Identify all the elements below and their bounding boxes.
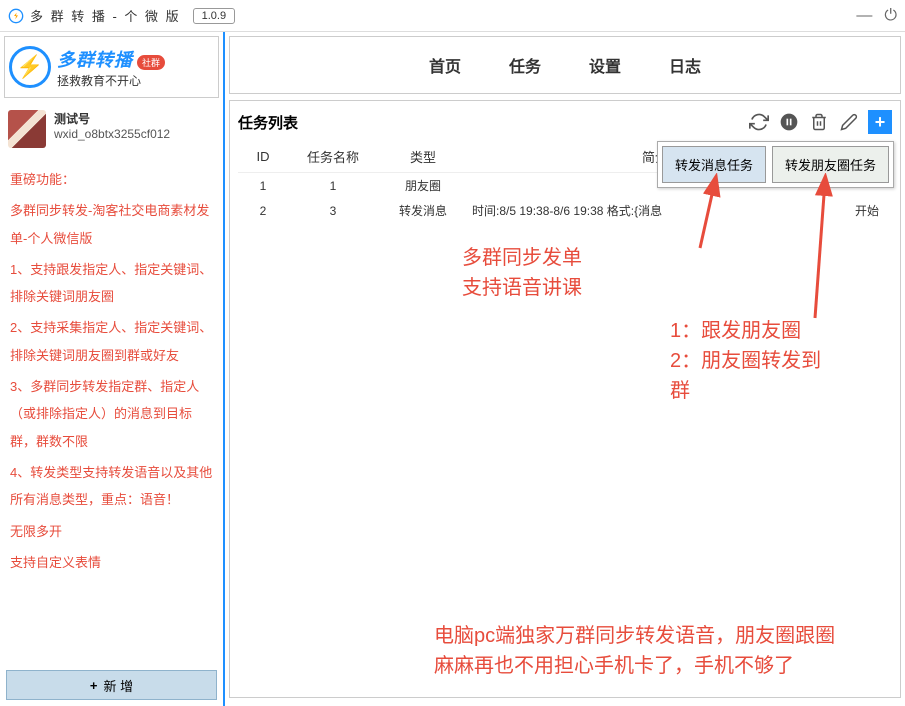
forward-moments-task-button[interactable]: 转发朋友圈任务 (772, 146, 889, 183)
power-button[interactable]: ⏻ (884, 7, 897, 25)
col-type: 类型 (378, 141, 468, 173)
minimize-button[interactable]: — (856, 7, 872, 25)
col-id: ID (238, 141, 288, 173)
refresh-icon[interactable] (748, 111, 770, 133)
version-badge: 1.0.9 (193, 8, 235, 24)
content-area: 首页 任务 设置 日志 任务列表 + ID (225, 32, 905, 706)
annotation-1: 多群同步发单 支持语音讲课 (462, 243, 582, 303)
add-button[interactable]: + 新 增 (6, 670, 217, 700)
add-task-button[interactable]: + (868, 110, 892, 134)
avatar[interactable] (8, 110, 46, 148)
user-id: wxid_o8btx3255cf012 (54, 127, 170, 141)
logo-badge: 社群 (137, 55, 165, 70)
sidebar: ⚡ 多群转播社群 拯救教育不开心 测试号 wxid_o8btx3255cf012… (0, 32, 225, 706)
nav-tabs: 首页 任务 设置 日志 (229, 36, 901, 94)
titlebar: 多 群 转 播 - 个 微 版 1.0.9 — ⏻ (0, 0, 905, 32)
task-panel: 任务列表 + ID 任务名称 类型 简介 (229, 100, 901, 698)
plus-icon: + (90, 678, 98, 693)
user-area: 测试号 wxid_o8btx3255cf012 (0, 102, 223, 156)
annotation-3: 电脑pc端独家万群同步转发语音，朋友圈跟圈 麻麻再也不用担心手机卡了，手机不够了 (434, 621, 835, 681)
logo-icon: ⚡ (9, 46, 51, 88)
edit-icon[interactable] (838, 111, 860, 133)
logo-area: ⚡ 多群转播社群 拯救教育不开心 (4, 36, 219, 98)
forward-message-task-button[interactable]: 转发消息任务 (662, 146, 766, 183)
task-type-popup: 转发消息任务 转发朋友圈任务 (657, 141, 894, 188)
logo-subtitle: 拯救教育不开心 (57, 72, 165, 89)
col-name: 任务名称 (288, 141, 378, 173)
app-title: 多 群 转 播 - 个 微 版 (30, 6, 181, 25)
panel-title: 任务列表 (238, 112, 298, 133)
feature-description: 重磅功能： 多群同步转发-淘客社交电商素材发单-个人微信版 1、支持跟发指定人、… (0, 156, 223, 664)
tab-settings[interactable]: 设置 (589, 53, 621, 77)
table-row[interactable]: 2 3 转发消息 时间:8/5 19:38-8/6 19:38 格式:{消息 开… (238, 198, 892, 223)
tab-tasks[interactable]: 任务 (509, 53, 541, 77)
app-icon (8, 8, 24, 24)
user-name: 测试号 (54, 110, 170, 127)
logo-main-text: 多群转播 (57, 50, 133, 70)
annotation-2: 1：跟发朋友圈 2：朋友圈转发到 群 (670, 316, 821, 406)
delete-icon[interactable] (808, 111, 830, 133)
tab-home[interactable]: 首页 (429, 53, 461, 77)
tab-logs[interactable]: 日志 (669, 53, 701, 77)
pause-icon[interactable] (778, 111, 800, 133)
